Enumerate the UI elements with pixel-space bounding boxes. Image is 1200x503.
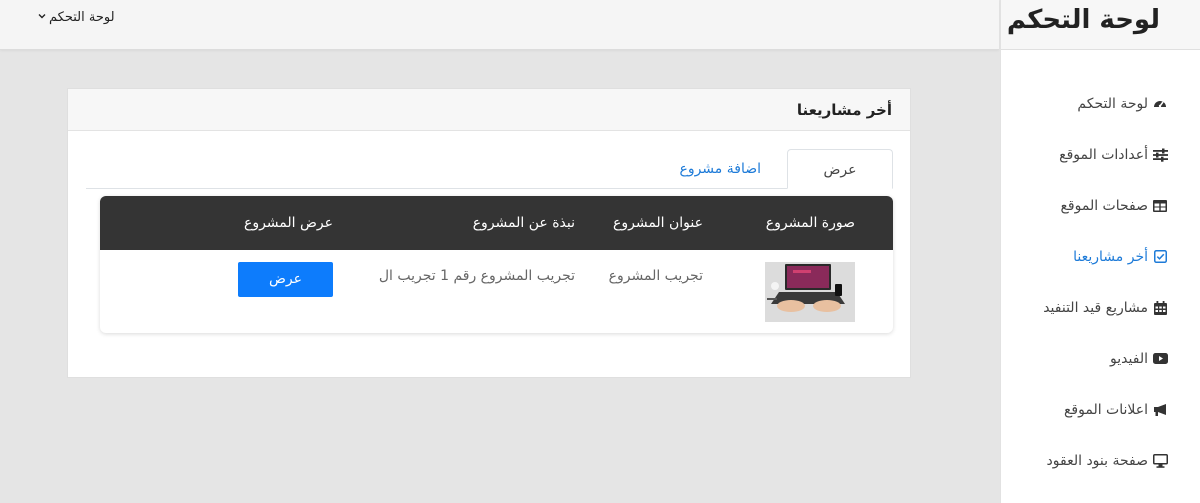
- youtube-icon: [1152, 351, 1168, 367]
- sidebar-brand[interactable]: لوحة التحكم: [1001, 0, 1200, 50]
- sidebar-item-label: اعلانات الموقع: [1063, 401, 1148, 418]
- column-header: نبذة عن المشروع: [472, 215, 575, 231]
- sidebar-item-ads[interactable]: اعلانات الموقع: [1001, 384, 1200, 435]
- sidebar-item-label: صفحات الموقع: [1060, 197, 1148, 214]
- sidebar: لوحة التحكم لوحة التحكم أعدادات الموقع ص…: [1000, 0, 1200, 503]
- tab-add-project[interactable]: اضافة مشروع: [665, 149, 775, 189]
- project-view-cell: عرض: [100, 250, 333, 333]
- sidebar-item-label: مشاريع قيد التنفيد: [1043, 299, 1148, 316]
- sidebar-item-label: أخر مشاريعنا: [1073, 248, 1148, 265]
- sidebar-item-label: أعدادات الموقع: [1059, 146, 1148, 163]
- calendar-icon: [1152, 300, 1168, 316]
- sidebar-item-contract-terms[interactable]: صفحة بنود العقود: [1001, 435, 1200, 486]
- tachometer-icon: [1152, 96, 1168, 112]
- projects-table: صورة المشروع عنوان المشروع نبذة عن المشر…: [100, 196, 893, 333]
- sidebar-item-label: لوحة التحكم: [1077, 95, 1148, 112]
- sidebar-item-projects[interactable]: أخر مشاريعنا: [1001, 231, 1200, 282]
- column-header: عنوان المشروع: [612, 215, 703, 231]
- check-square-icon: [1152, 249, 1168, 265]
- user-dropdown[interactable]: لوحة التحكم: [37, 10, 115, 25]
- sidebar-item-settings[interactable]: أعدادات الموقع: [1001, 129, 1200, 180]
- tab-view-projects[interactable]: عرض المشاريع: [787, 149, 893, 218]
- sidebar-item-pages[interactable]: صفحات الموقع: [1001, 180, 1200, 231]
- chevron-down-icon: [37, 10, 47, 25]
- projects-card: أخر مشاريعنا عرض المشاريع اضافة مشروع صو…: [67, 88, 911, 378]
- column-header: عرض المشروع: [243, 215, 333, 231]
- column-header: صورة المشروع: [765, 215, 855, 231]
- bullhorn-icon: [1152, 402, 1168, 418]
- table-icon: [1152, 198, 1168, 214]
- project-image-cell: [741, 250, 893, 333]
- sliders-icon: [1152, 147, 1168, 163]
- view-project-button[interactable]: عرض: [238, 262, 333, 297]
- sidebar-item-ongoing-projects[interactable]: مشاريع قيد التنفيد: [1001, 282, 1200, 333]
- table-row: تجريب المشروع تجريب المشروع رقم 1 تجريب …: [100, 250, 893, 333]
- project-thumbnail: [765, 262, 855, 322]
- table-header-row: صورة المشروع عنوان المشروع نبذة عن المشر…: [100, 196, 893, 250]
- card-title: أخر مشاريعنا: [68, 89, 910, 131]
- project-title-cell: تجريب المشروع: [608, 268, 703, 284]
- sidebar-item-label: صفحة بنود العقود: [1046, 452, 1148, 469]
- tabs: عرض المشاريع اضافة مشروع: [86, 149, 893, 218]
- desktop-icon: [1152, 453, 1168, 469]
- project-description-cell: تجريب المشروع رقم 1 تجريب ال: [378, 268, 575, 284]
- sidebar-item-label: الفيديو: [1110, 350, 1148, 367]
- top-navbar: لوحة التحكم: [0, 0, 999, 50]
- user-dropdown-label: لوحة التحكم: [49, 10, 115, 25]
- sidebar-nav: لوحة التحكم أعدادات الموقع صفحات الموقع …: [1001, 50, 1200, 486]
- sidebar-item-video[interactable]: الفيديو: [1001, 333, 1200, 384]
- sidebar-item-dashboard[interactable]: لوحة التحكم: [1001, 78, 1200, 129]
